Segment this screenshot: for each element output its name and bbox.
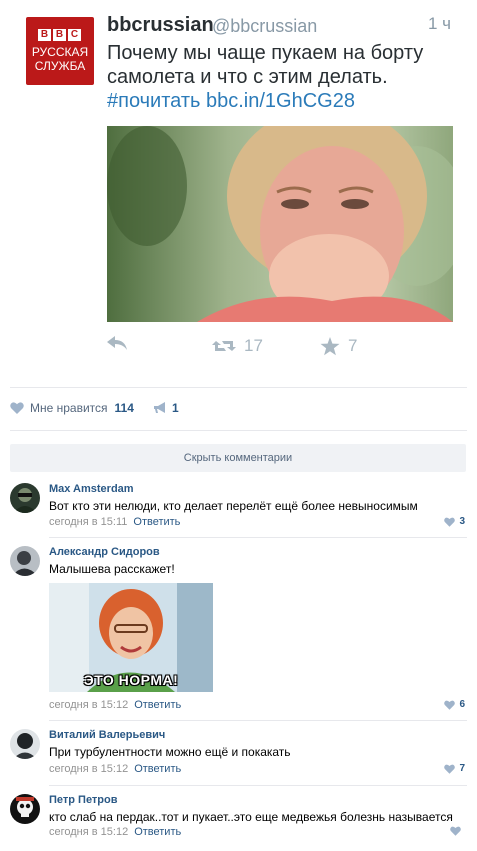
comment-text: кто слаб на пердак..тот и пукает..это ещ… [49,810,453,824]
comment-like-count: 7 [459,763,465,774]
comment-meta: сегодня в 15:12 Ответить [49,826,181,838]
logo-line-1: РУССКАЯ [31,45,89,59]
avatar[interactable] [10,729,40,759]
retweet-icon [212,341,236,351]
tweet-link[interactable]: bbc.in/1GhCG28 [206,90,355,112]
bbc-russian-logo[interactable]: B B C РУССКАЯ СЛУЖБА [26,17,94,85]
comment-author[interactable]: Петр Петров [49,794,118,806]
heart-icon [450,826,461,836]
heart-icon [444,517,456,527]
divider [10,430,467,431]
reply-link[interactable]: Ответить [133,516,180,528]
comment-like[interactable]: 6 [444,699,465,710]
share-count: 1 [172,401,179,415]
comment-separator [49,537,467,538]
tweet-author-handle[interactable]: @bbcrussian [212,16,317,37]
bbc-block-b2: B [53,29,66,41]
crying-woman-photo [107,126,453,322]
heart-icon [444,700,456,710]
comment-like-count: 6 [459,699,465,710]
like-count: 114 [114,401,134,415]
comment-author[interactable]: Max Amsterdam [49,483,134,495]
comment-time[interactable]: сегодня в 15:12 [49,826,128,838]
star-icon [320,336,340,355]
comment-time[interactable]: сегодня в 15:12 [49,699,128,711]
tweet-actions: 17 7 [107,336,447,358]
comment-like[interactable]: 3 [444,516,465,527]
comment-time[interactable]: сегодня в 15:12 [49,763,128,775]
tweet-timestamp[interactable]: 1 ч [428,14,451,34]
favorite-action[interactable]: 7 [320,336,357,356]
bbc-blocks: B B C [38,29,81,41]
skull-avatar-image [10,794,40,824]
comment-separator [49,720,467,721]
heart-icon [444,764,456,774]
like-label: Мне нравится [30,401,108,415]
avatar[interactable] [10,483,40,513]
comment-like-count: 3 [459,516,465,527]
comment: Александр Сидоров Малышева расскажет! ЭТ… [10,546,467,712]
tweet-text-line-2: самолета и что с этим делать. [107,66,388,88]
comment: Виталий Валерьевич При турбулентности мо… [10,729,467,775]
megaphone-icon [154,402,165,413]
tweet-photo[interactable] [107,126,453,322]
tweet-author-name[interactable]: bbcrussian [107,14,214,37]
like-button[interactable]: Мне нравится 114 [10,401,134,415]
avatar[interactable] [10,546,40,576]
reply-action[interactable] [107,336,127,350]
reply-link[interactable]: Ответить [134,763,181,775]
reply-icon [107,336,127,350]
tweet-text-line-3: #почитать bbc.in/1GhCG28 [107,89,447,113]
comment: Петр Петров кто слаб на пердак..тот и пу… [10,794,467,840]
comment-text: Малышева расскажет! [49,562,175,576]
reply-link[interactable]: Ответить [134,699,181,711]
avatar-image [10,546,40,576]
hide-comments-button[interactable]: Скрыть комментарии [10,444,466,472]
divider [10,387,467,388]
tweet-text: Почему мы чаще пукаем на борту самолета … [107,41,447,113]
comment: Max Amsterdam Вот кто эти нелюди, кто де… [10,483,467,529]
logo-line-2: СЛУЖБА [34,59,86,73]
comment-like[interactable]: 7 [444,763,465,774]
reply-link[interactable]: Ответить [134,826,181,838]
bbc-block-c: C [68,29,81,41]
meme-caption: ЭТО НОРМА! [83,672,179,688]
comment-meta: сегодня в 15:11 Ответить [49,516,180,528]
retweet-count: 17 [244,336,263,355]
comment-meta: сегодня в 15:12 Ответить [49,699,181,711]
heart-icon [10,402,24,414]
avatar[interactable] [10,794,40,824]
tweet-text-line-1: Почему мы чаще пукаем на борту [107,42,424,64]
favorite-count: 7 [348,336,358,355]
comment-author[interactable]: Александр Сидоров [49,546,160,558]
avatar-image [10,483,40,513]
comment-meta: сегодня в 15:12 Ответить [49,763,181,775]
comment-time[interactable]: сегодня в 15:11 [49,516,127,528]
comment-text: При турбулентности можно ещё и покакать [49,745,291,759]
comment-author[interactable]: Виталий Валерьевич [49,729,165,741]
tweet-embed: B B C РУССКАЯ СЛУЖБА bbcrussian @bbcruss… [0,0,477,372]
tweet-hashtag[interactable]: #почитать [107,90,200,112]
bbc-block-b1: B [38,29,51,41]
comment-text: Вот кто эти нелюди, кто делает перелёт е… [49,499,418,513]
comment-like[interactable] [450,826,465,836]
comment-separator [49,785,467,786]
share-button[interactable]: 1 [154,401,179,415]
avatar-image [10,729,40,759]
retweet-action[interactable]: 17 [212,336,263,356]
comment-image[interactable]: ЭТО НОРМА! [49,583,213,692]
